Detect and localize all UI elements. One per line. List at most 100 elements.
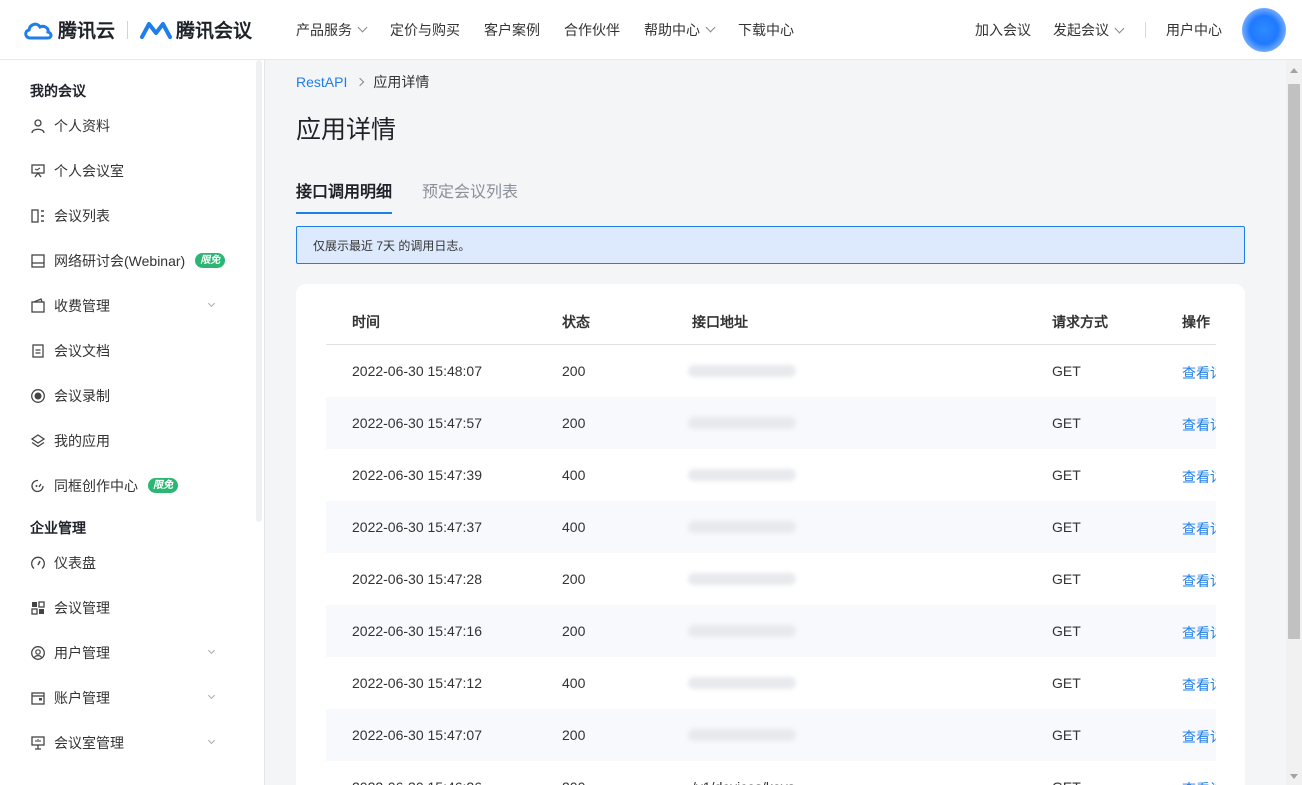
sidebar-item-creation-center[interactable]: 同框创作中心 限免 [0,463,264,508]
view-details-link[interactable]: 查看详情 [1182,727,1216,747]
cell-status: 400 [562,675,586,691]
view-details-link[interactable]: 查看详情 [1182,415,1216,435]
nav-download[interactable]: 下载中心 [738,20,794,40]
chevron-right-icon [356,77,365,87]
cell-time: 2022-06-30 15:47:57 [352,415,482,431]
chevron-down-icon [207,299,216,308]
avatar[interactable] [1242,8,1286,52]
record-icon [30,388,46,404]
scroll-down-arrow-icon[interactable] [1290,774,1298,779]
scrollbar-thumb[interactable] [1288,84,1300,639]
tab-api-call-details[interactable]: 接口调用明细 [296,178,393,214]
page-title: 应用详情 [296,116,397,144]
list-icon [30,208,46,224]
cell-status: 400 [562,519,586,535]
brand-meeting-text: 腾讯会议 [176,21,253,42]
call-log-table-card: 时间 状态 接口地址 请求方式 操作 2022-06-30 15:48:07 20… [296,284,1245,785]
chevron-down-icon [207,691,216,700]
cell-address-redacted [688,521,796,533]
table-row: 2022-06-30 15:47:39 400 GET 查看详情 [326,449,1216,501]
sidebar-item-room-manage[interactable]: 会议室管理 [0,720,264,765]
tencent-meeting-logo[interactable]: 腾讯会议 [140,16,252,43]
cell-time: 2022-06-30 15:47:12 [352,675,482,691]
sidebar-item-meeting-manage[interactable]: 会议管理 [0,585,264,630]
sidebar-item-user-manage[interactable]: 用户管理 [0,630,264,675]
start-meeting-menu[interactable]: 发起会议 [1053,20,1125,40]
cell-method: GET [1052,675,1081,691]
sidebar-item-profile[interactable]: 个人资料 [0,103,264,148]
table-row: 2022-06-30 15:47:12 400 GET 查看详情 [326,657,1216,709]
cell-method: GET [1052,415,1081,431]
cell-status: 200 [562,571,586,587]
sidebar-item-billing[interactable]: 收费管理 [0,283,264,328]
sidebar-item-personal-room[interactable]: 个人会议室 [0,148,264,193]
breadcrumb-restapi-link[interactable]: RestAPI [296,74,347,90]
sidebar-item-documents[interactable]: 会议文档 [0,328,264,373]
free-badge: 限免 [195,253,226,268]
view-details-link[interactable]: 查看详情 [1182,675,1216,695]
breadcrumb: RestAPI 应用详情 [296,72,429,92]
table-row: 2022-06-30 15:48:07 200 GET 查看详情 [326,345,1216,397]
cell-time: 2022-06-30 15:46:26 [352,779,482,785]
nav-partners[interactable]: 合作伙伴 [564,20,620,40]
header-actions: 加入会议 发起会议 用户中心 [975,0,1302,60]
view-details-link[interactable]: 查看详情 [1182,519,1216,539]
group-title-enterprise: 企业管理 [30,520,86,536]
cell-address-redacted [688,729,796,741]
notice-banner: 仅展示最近 7天 的调用日志。 [296,226,1245,264]
dashboard-icon [30,555,46,571]
tencent-cloud-logo[interactable]: 腾讯云 [22,16,115,43]
sidebar-item-account-manage[interactable]: 账户管理 [0,675,264,720]
cell-address-redacted [688,573,796,585]
creation-icon [30,478,46,494]
free-badge: 限免 [148,478,178,493]
layers-icon [30,433,46,449]
sidebar-item-meeting-list[interactable]: 会议列表 [0,193,264,238]
cell-time: 2022-06-30 15:47:37 [352,519,482,535]
sidebar: 我的会议 个人资料 个人会议室 会议列表 网络研讨会(Webinar) 限免 收… [0,60,265,785]
view-details-link[interactable]: 查看详情 [1182,467,1216,487]
nav-pricing[interactable]: 定价与购买 [390,20,460,40]
wallet-icon [30,297,46,314]
sidebar-item-webinar[interactable]: 网络研讨会(Webinar) 限免 [0,238,264,283]
cell-time: 2022-06-30 15:47:07 [352,727,482,743]
cell-time: 2022-06-30 15:47:39 [352,467,482,483]
cell-address-redacted [688,625,796,637]
join-meeting-link[interactable]: 加入会议 [975,20,1031,40]
cell-method: GET [1052,571,1081,587]
meeting-logo-icon [140,21,173,39]
meeting-room-icon [30,163,46,179]
cell-method: GET [1052,623,1081,639]
view-details-link[interactable]: 查看详情 [1182,363,1216,383]
view-details-link[interactable]: 查看详情 [1182,779,1216,785]
sidebar-item-my-apps[interactable]: 我的应用 [0,418,264,463]
webinar-icon [30,253,46,269]
cell-status: 400 [562,467,586,483]
sidebar-item-recording[interactable]: 会议录制 [0,373,264,418]
chevron-down-icon [357,22,368,33]
cell-status: 200 [562,415,586,431]
cell-status: 200 [562,779,585,785]
scroll-up-arrow-icon[interactable] [1290,68,1298,73]
account-icon [30,690,46,706]
sidebar-item-dashboard[interactable]: 仪表盘 [0,540,264,585]
logo[interactable]: 腾讯云 腾讯会议 [22,0,252,60]
cell-time: 2022-06-30 15:47:28 [352,571,482,587]
tab-scheduled-meetings[interactable]: 预定会议列表 [422,178,518,214]
view-details-link[interactable]: 查看详情 [1182,623,1216,643]
chevron-down-icon [207,646,216,655]
nav-cases[interactable]: 客户案例 [484,20,540,40]
cell-status: 200 [562,623,586,639]
user-center-link[interactable]: 用户中心 [1166,20,1222,40]
view-details-link[interactable]: 查看详情 [1182,571,1216,591]
cell-method: GET [1052,519,1081,535]
table-row: 2022-06-30 15:47:28 200 GET 查看详情 [326,553,1216,605]
column-header-time: 时间 [352,314,380,330]
nav-help[interactable]: 帮助中心 [644,20,716,40]
column-header-address: 接口地址 [692,314,748,330]
page-scrollbar[interactable] [1286,60,1302,785]
nav-products[interactable]: 产品服务 [296,20,368,40]
room-manage-icon [30,735,46,751]
cell-address-redacted [688,469,796,481]
user-icon [30,118,46,134]
